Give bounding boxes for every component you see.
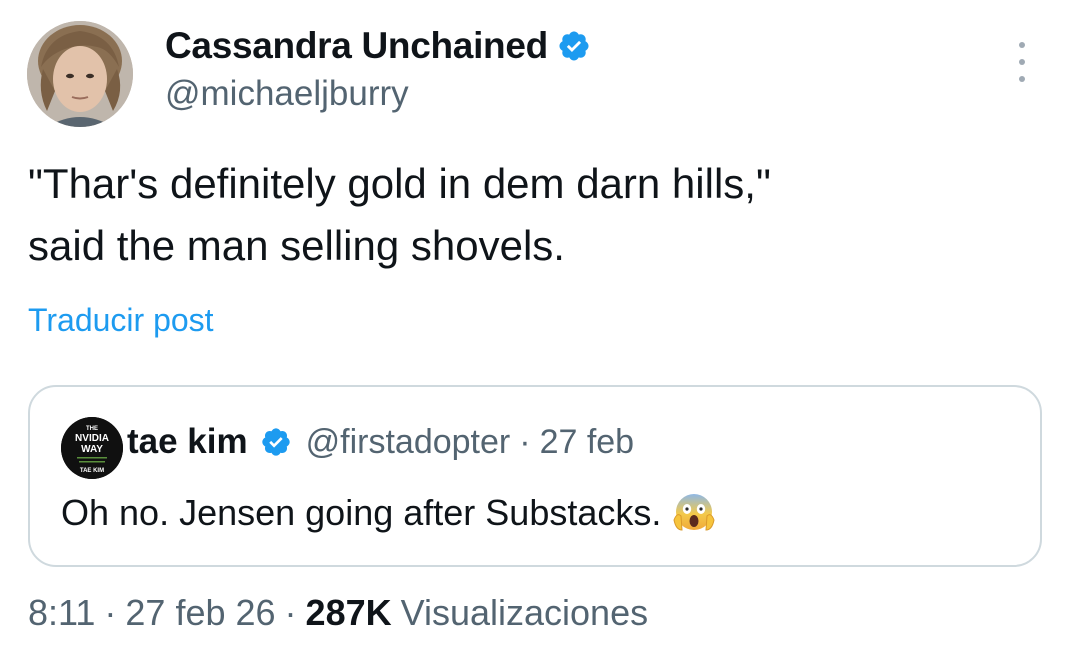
more-options-icon[interactable] <box>1011 42 1033 82</box>
tweet-time[interactable]: 8:11 <box>28 592 95 634</box>
more-dot <box>1019 76 1025 82</box>
tweet-text: "Thar's definitely gold in dem darn hill… <box>28 153 1028 277</box>
logo-text: WAY <box>81 444 103 455</box>
logo-text: TAE KIM <box>80 468 104 474</box>
book-cover-logo: THE NVIDIA WAY TAE KIM <box>61 417 123 479</box>
more-dot <box>1019 42 1025 48</box>
author-handle[interactable]: @michaeljburry <box>165 74 409 114</box>
views-label[interactable]: Visualizaciones <box>401 592 648 634</box>
quoted-author-avatar: THE NVIDIA WAY TAE KIM <box>61 417 123 479</box>
verified-badge-icon <box>559 31 589 61</box>
tweet-date[interactable]: 27 feb 26 <box>125 592 275 634</box>
author-name-row: Cassandra Unchained <box>165 24 591 68</box>
quoted-tweet-card[interactable]: THE NVIDIA WAY TAE KIM tae kim @firstado… <box>28 385 1042 567</box>
logo-text: THE <box>86 426 98 432</box>
quoted-separator: · <box>519 422 531 461</box>
quoted-handle: @firstadopter <box>305 422 511 461</box>
face-screaming-in-fear-emoji <box>673 494 715 531</box>
tweet-text-line: said the man selling shovels. <box>28 222 565 269</box>
more-dot <box>1019 59 1025 65</box>
author-avatar[interactable] <box>27 21 133 127</box>
author-display-name[interactable]: Cassandra Unchained <box>165 25 548 67</box>
logo-text: NVIDIA <box>75 433 109 444</box>
meta-separator: · <box>284 592 297 633</box>
views-count[interactable]: 287K <box>306 592 392 634</box>
meta-separator: · <box>104 592 117 633</box>
quoted-text-row: Oh no. Jensen going after Substacks. <box>61 490 717 536</box>
quoted-header: tae kim @firstadopter · 27 feb <box>127 420 634 464</box>
verified-badge-icon <box>261 428 290 456</box>
quoted-text: Oh no. Jensen going after Substacks. <box>61 492 662 533</box>
tweet-meta: 8:11 · 27 feb 26 · 287K Visualizaciones <box>28 592 648 634</box>
avatar-image <box>27 21 133 127</box>
tweet-text-line: "Thar's definitely gold in dem darn hill… <box>28 160 771 207</box>
quoted-display-name: tae kim <box>127 422 248 461</box>
translate-post-link[interactable]: Traducir post <box>28 302 214 339</box>
quoted-date: 27 feb <box>539 422 635 461</box>
